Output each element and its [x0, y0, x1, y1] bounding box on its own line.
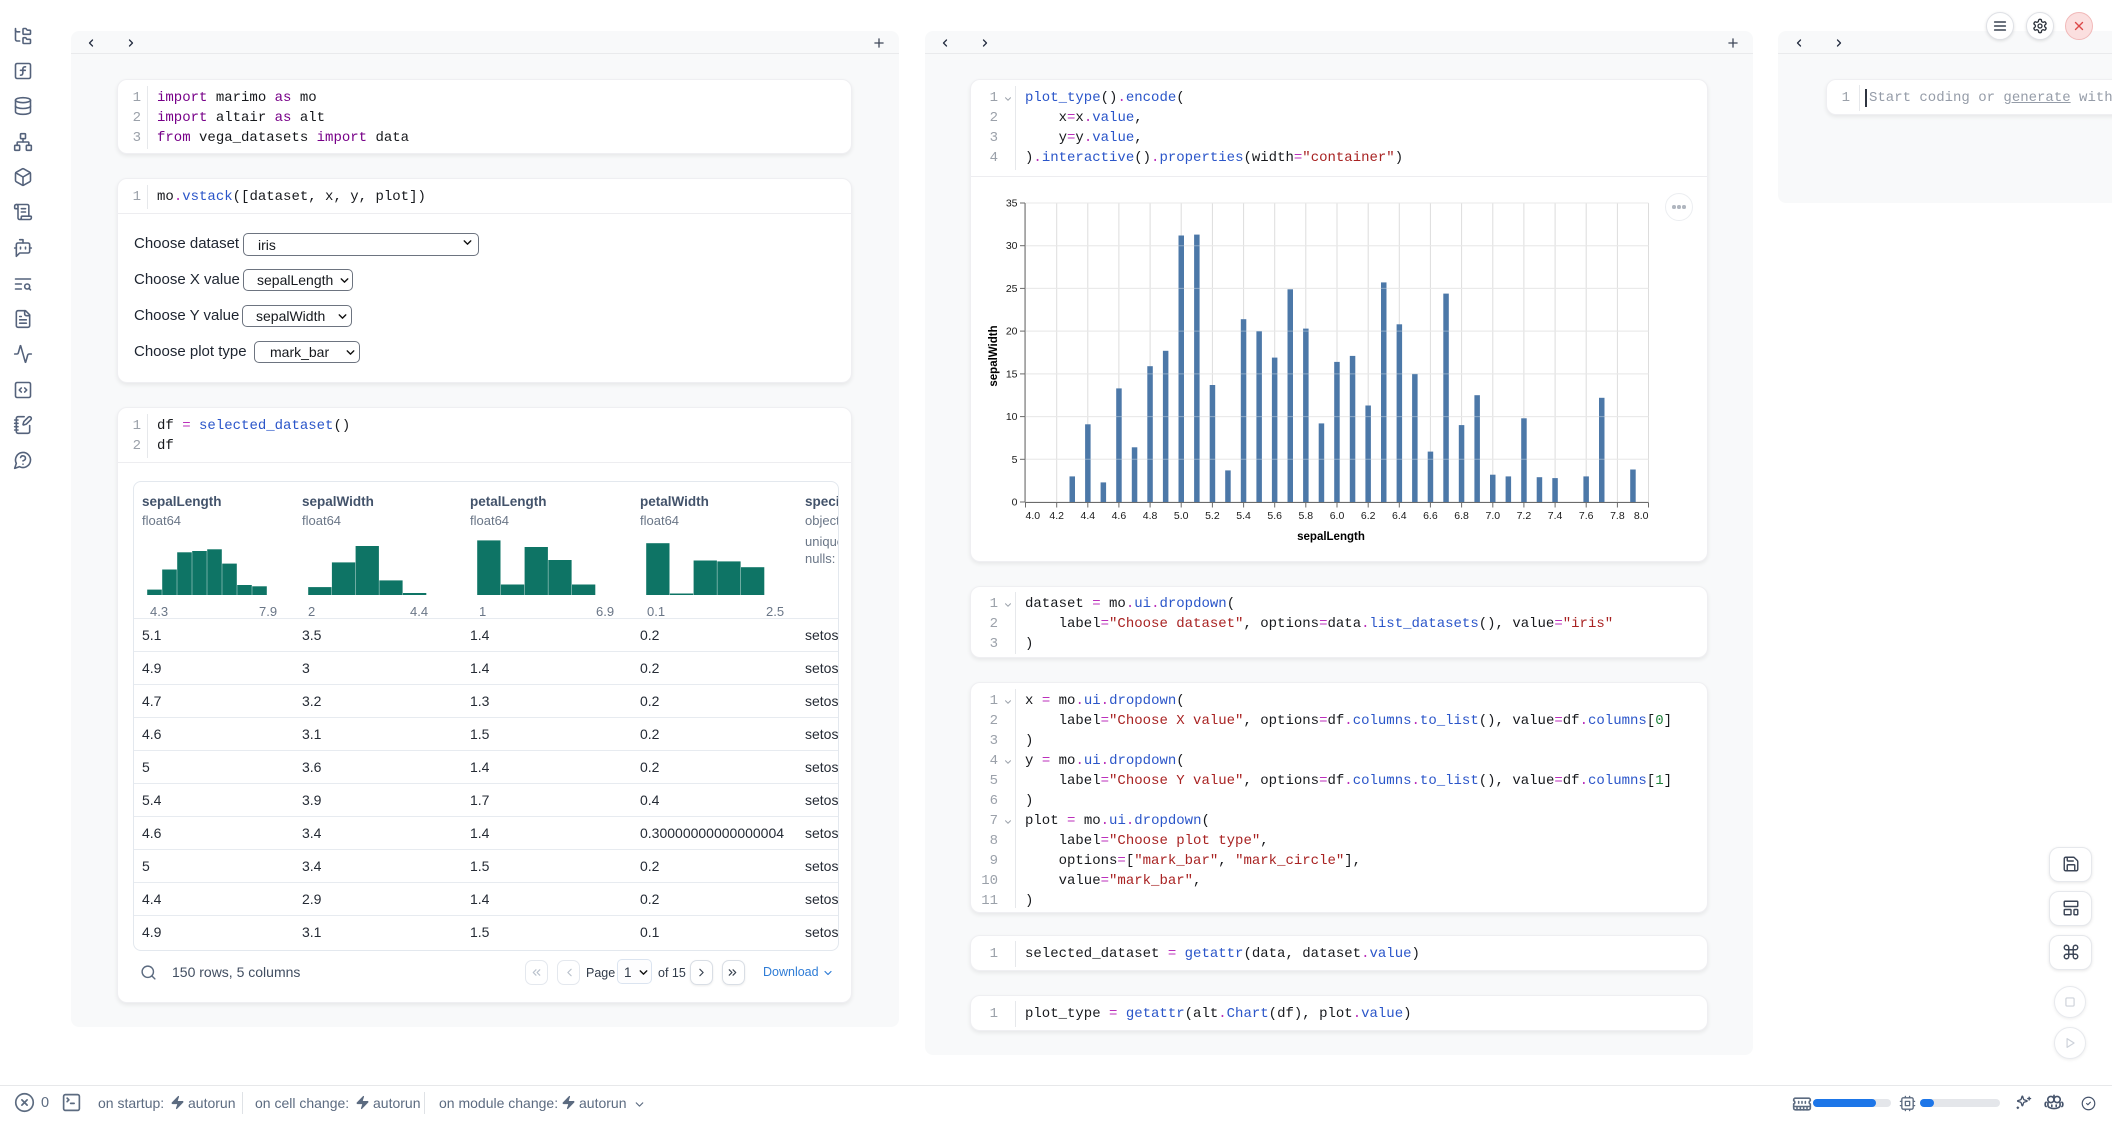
svg-text:35: 35	[1006, 198, 1018, 210]
svg-text:5.6: 5.6	[1267, 510, 1282, 522]
svg-text:5.8: 5.8	[1298, 510, 1313, 522]
svg-text:6.6: 6.6	[1423, 510, 1438, 522]
svg-text:4.4: 4.4	[1080, 510, 1095, 522]
svg-text:25: 25	[1006, 283, 1018, 295]
svg-text:4.0: 4.0	[1026, 510, 1041, 522]
svg-text:7.6: 7.6	[1579, 510, 1594, 522]
svg-text:4.6: 4.6	[1112, 510, 1127, 522]
svg-text:5: 5	[1012, 454, 1018, 466]
svg-text:20: 20	[1006, 326, 1018, 338]
svg-text:10: 10	[1006, 411, 1018, 423]
svg-text:4.8: 4.8	[1143, 510, 1158, 522]
svg-text:6.0: 6.0	[1330, 510, 1345, 522]
svg-text:7.4: 7.4	[1548, 510, 1563, 522]
svg-text:15: 15	[1006, 368, 1018, 380]
svg-text:7.2: 7.2	[1517, 510, 1532, 522]
svg-text:5.4: 5.4	[1236, 510, 1251, 522]
svg-text:8.0: 8.0	[1634, 510, 1649, 522]
svg-text:0: 0	[1012, 497, 1018, 509]
svg-text:7.0: 7.0	[1485, 510, 1500, 522]
svg-text:sepalLength: sepalLength	[1297, 531, 1365, 543]
svg-text:30: 30	[1006, 240, 1018, 252]
svg-text:6.2: 6.2	[1361, 510, 1376, 522]
svg-text:7.8: 7.8	[1610, 510, 1625, 522]
svg-text:5.2: 5.2	[1205, 510, 1220, 522]
svg-text:5.0: 5.0	[1174, 510, 1189, 522]
svg-text:4.2: 4.2	[1049, 510, 1064, 522]
svg-text:6.4: 6.4	[1392, 510, 1407, 522]
svg-text:6.8: 6.8	[1454, 510, 1469, 522]
svg-text:sepalWidth: sepalWidth	[988, 325, 1000, 386]
